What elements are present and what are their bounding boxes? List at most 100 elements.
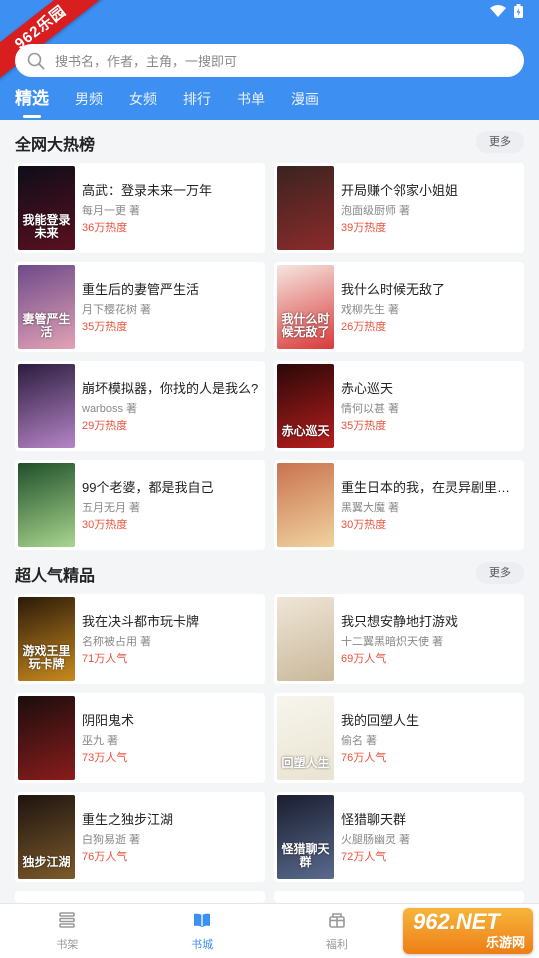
tab-2[interactable]: 女频	[129, 86, 157, 112]
nav-item-2[interactable]: 福利	[270, 904, 405, 958]
book-cover[interactable]	[18, 696, 75, 780]
book-info: 赤心巡天 情何以甚 著 35万热度	[341, 381, 518, 433]
book-heat: 35万热度	[82, 321, 128, 333]
book-title[interactable]: 我在决斗都市玩卡牌	[82, 614, 259, 630]
section-title: 全网大热榜	[15, 137, 96, 154]
book-author: 十二翼黑暗炽天使 著	[341, 636, 444, 648]
book-title[interactable]: 高武：登录未来一万年	[82, 183, 259, 199]
book-info: 我在决斗都市玩卡牌 名称被占用 著 71万人气	[82, 614, 259, 666]
cover-title-art: 怪猎聊天群	[281, 842, 330, 869]
book-heat: 71万人气	[82, 653, 128, 665]
tab-5[interactable]: 漫画	[291, 86, 319, 112]
book-card[interactable]: 阴阳鬼术 巫九 著 73万人气	[15, 693, 265, 783]
search-bar[interactable]: 搜书名，作者，主角，一搜即可	[15, 44, 524, 77]
book-card[interactable]: 赤心巡天 赤心巡天 情何以甚 著 35万热度	[274, 361, 524, 451]
book-heat: 30万热度	[341, 519, 387, 531]
book-cover[interactable]	[277, 597, 334, 681]
book-title[interactable]: 重生后的妻管严生活	[82, 282, 259, 298]
nav-label: 福利	[325, 939, 348, 951]
book-author: 月下樱花树 著	[82, 304, 152, 316]
book-info: 怪猎聊天群火腿肠幽灵 著 72万人气	[341, 812, 518, 864]
book-title[interactable]: 崩坏模拟器，你找的人是我么?	[82, 381, 259, 397]
book-card[interactable]: 独步江湖 重生之独步江湖 白狗易逝 著 76万人气	[15, 792, 265, 882]
book-cover[interactable]: 回塑人生	[277, 696, 334, 780]
book-heat: 26万热度	[341, 321, 387, 333]
book-card-partial[interactable]	[274, 891, 524, 903]
gift-icon	[327, 910, 347, 936]
book-title[interactable]: 阴阳鬼术	[82, 713, 259, 729]
book-heat: 29万热度	[82, 420, 128, 432]
tab-4[interactable]: 书单	[237, 86, 265, 112]
more-button[interactable]: 更多	[476, 562, 524, 584]
book-card[interactable]: 怪猎聊天群 怪猎聊天群 火腿肠幽灵 著 72万人气	[274, 792, 524, 882]
watermark-badge: 962.NET 乐游网	[403, 908, 533, 954]
book-author: 白狗易逝 著	[82, 834, 141, 846]
nav-label: 书城	[191, 939, 214, 951]
book-author: 火腿肠幽灵 著	[341, 834, 411, 846]
book-cover[interactable]	[18, 463, 75, 547]
book-info: 高武：登录未来一万年 每月一更 著 36万热度	[82, 183, 259, 235]
book-title[interactable]: 怪猎聊天群	[341, 812, 518, 828]
nav-item-1[interactable]: 书城	[135, 904, 270, 958]
book-cover[interactable]: 游戏王里玩卡牌	[18, 597, 75, 681]
book-heat: 36万热度	[82, 222, 128, 234]
book-card[interactable]: 我能登录未来 高武：登录未来一万年 每月一更 著 36万热度	[15, 163, 265, 253]
book-card[interactable]: 开局赚个邻家小姐姐 泡面级厨师 著 39万热度	[274, 163, 524, 253]
book-title[interactable]: 重生日本的我，在灵异剧里开...	[341, 480, 518, 496]
book-info: 我的回塑人生 偷名 著 76万人气	[341, 713, 518, 765]
tab-0[interactable]: 精选	[15, 86, 49, 118]
book-info: 重生之独步江湖 白狗易逝 著 76万人气	[82, 812, 259, 864]
book-card[interactable]: 游戏王里玩卡牌 我在决斗都市玩卡牌 名称被占用 著 71万人气	[15, 594, 265, 684]
book-title[interactable]: 重生之独步江湖	[82, 812, 259, 828]
book-author: 泡面级厨师 著	[341, 205, 411, 217]
book-cover[interactable]	[18, 364, 75, 448]
book-heat: 72万人气	[341, 851, 387, 863]
tab-3[interactable]: 排行	[183, 86, 211, 112]
battery-icon	[514, 4, 523, 18]
tab-1[interactable]: 男频	[75, 86, 103, 112]
book-card-partial[interactable]	[15, 891, 265, 903]
book-title[interactable]: 99个老婆，都是我自己	[82, 480, 259, 496]
nav-item-0[interactable]: 书架	[0, 904, 135, 958]
book-title[interactable]: 我的回塑人生	[341, 713, 518, 729]
book-title[interactable]: 我什么时候无敌了	[341, 282, 518, 298]
search-icon	[27, 52, 45, 69]
book-cover[interactable]: 怪猎聊天群	[277, 795, 334, 879]
book-info: 崩坏模拟器，你找的人是我么? warboss 著 29万热度	[82, 381, 259, 433]
book-card[interactable]: 崩坏模拟器，你找的人是我么? warboss 著 29万热度	[15, 361, 265, 451]
book-card[interactable]: 我只想安静地打游戏 十二翼黑暗炽天使 著 69万人气	[274, 594, 524, 684]
book-cover[interactable]: 赤心巡天	[277, 364, 334, 448]
book-cover[interactable]	[277, 463, 334, 547]
cover-title-art: 游戏王里玩卡牌	[22, 644, 71, 671]
book-info: 重生后的妻管严生活月下樱花树 著 35万热度	[82, 282, 259, 334]
book-title[interactable]: 我只想安静地打游戏	[341, 614, 518, 630]
cover-title-art: 回塑人生	[281, 756, 330, 770]
book-heat: 30万热度	[82, 519, 128, 531]
more-button[interactable]: 更多	[476, 131, 524, 153]
book-cover[interactable]: 妻管严生活	[18, 265, 75, 349]
book-title[interactable]: 开局赚个邻家小姐姐	[341, 183, 518, 199]
book-card[interactable]: 妻管严生活 重生后的妻管严生活月下樱花树 著 35万热度	[15, 262, 265, 352]
book-cover[interactable]: 独步江湖	[18, 795, 75, 879]
cover-title-art: 独步江湖	[22, 855, 71, 869]
status-bar	[490, 0, 523, 22]
book-cover[interactable]: 我能登录未来	[18, 166, 75, 250]
category-tabs: 精选 男频 女频 排行 书单 漫画	[15, 86, 345, 118]
book-card[interactable]: 99个老婆，都是我自己 五月无月 著 30万热度	[15, 460, 265, 550]
book-heat: 73万人气	[82, 752, 128, 764]
book-cover[interactable]: 我什么时候无敌了	[277, 265, 334, 349]
app-header: 962乐园 搜书名，作者，主角，一搜即可 精选 男频 女频 排行 书单 漫画	[0, 0, 539, 120]
book-title[interactable]: 赤心巡天	[341, 381, 518, 397]
book-info: 我只想安静地打游戏 十二翼黑暗炽天使 著 69万人气	[341, 614, 518, 666]
book-author: 偷名 著	[341, 735, 378, 747]
cover-title-art: 我能登录未来	[22, 213, 71, 240]
book-cover[interactable]	[277, 166, 334, 250]
book-author: 戏柳先生 著	[341, 304, 400, 316]
cover-title-art: 妻管严生活	[22, 312, 71, 339]
search-placeholder: 搜书名，作者，主角，一搜即可	[55, 54, 238, 69]
book-info: 重生日本的我，在灵异剧里开... 黑翼大魔 著 30万热度	[341, 480, 518, 532]
section-title: 超人气精品	[15, 568, 96, 585]
book-card[interactable]: 回塑人生 我的回塑人生 偷名 著 76万人气	[274, 693, 524, 783]
book-card[interactable]: 我什么时候无敌了 我什么时候无敌了 戏柳先生 著 26万热度	[274, 262, 524, 352]
book-card[interactable]: 重生日本的我，在灵异剧里开... 黑翼大魔 著 30万热度	[274, 460, 524, 550]
